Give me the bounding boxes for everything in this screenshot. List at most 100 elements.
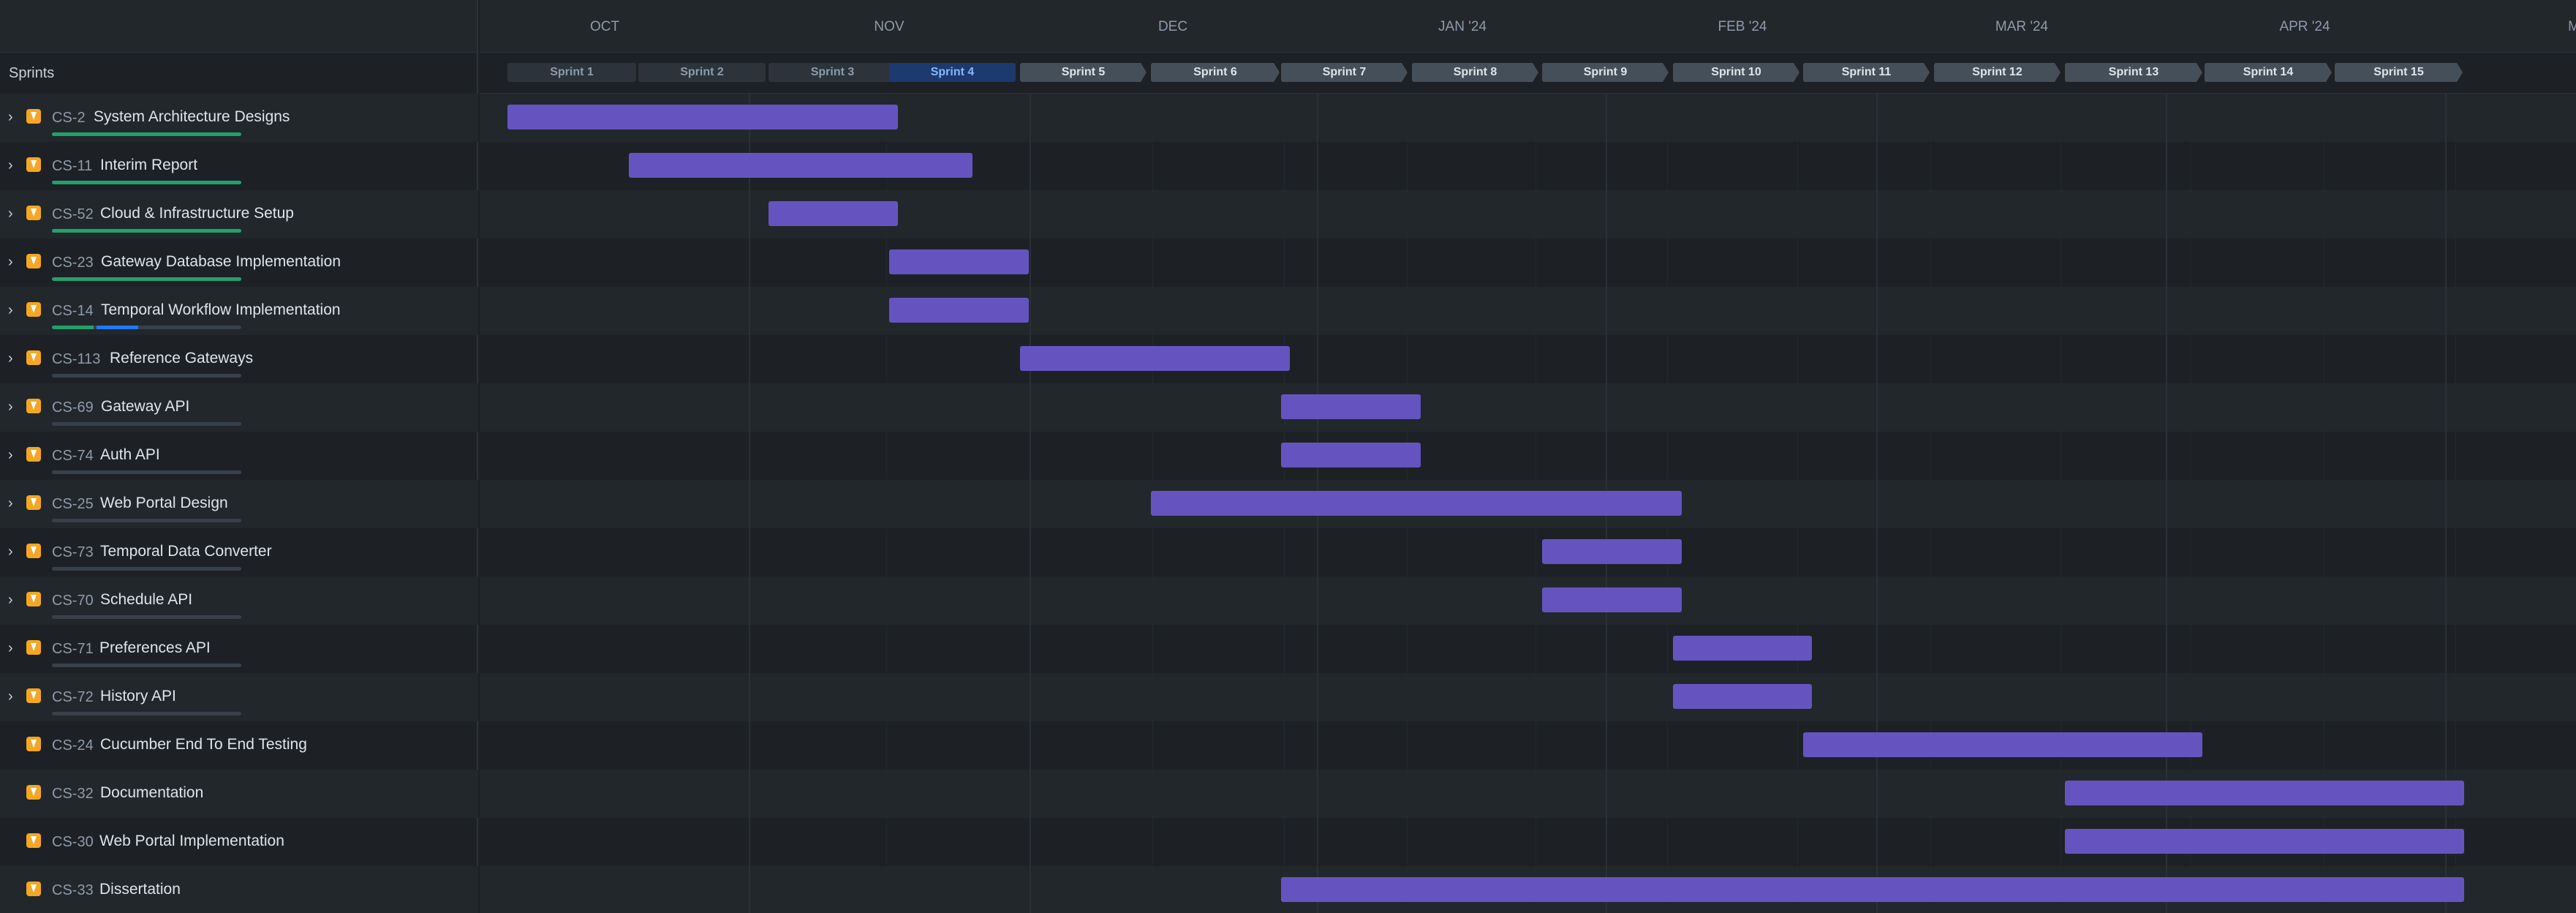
chevron-right-icon[interactable]: ›: [8, 496, 13, 511]
epic-timeline-bar[interactable]: [1803, 732, 2202, 757]
sprint-chip[interactable]: Sprint 4: [889, 63, 1016, 82]
epic-title[interactable]: System Architecture Designs: [94, 108, 290, 126]
epic-timeline-bar[interactable]: [507, 105, 898, 129]
sprint-chip[interactable]: Sprint 15: [2335, 63, 2463, 82]
epic-key[interactable]: CS-30: [52, 834, 94, 851]
epic-title[interactable]: Cucumber End To End Testing: [100, 736, 307, 754]
epic-key[interactable]: CS-70: [52, 593, 94, 609]
epic-timeline-bar[interactable]: [1281, 443, 1421, 467]
epic-key[interactable]: CS-14: [52, 303, 94, 320]
epic-row[interactable]: › CS-69 Gateway API: [0, 383, 478, 432]
epic-timeline-bar[interactable]: [768, 201, 898, 226]
epic-title[interactable]: Temporal Data Converter: [100, 543, 272, 560]
epic-timeline-bar[interactable]: [1281, 877, 2464, 902]
epic-key[interactable]: CS-32: [52, 786, 94, 803]
epic-title[interactable]: Dissertation: [99, 881, 181, 898]
epic-title[interactable]: Documentation: [100, 784, 203, 802]
chevron-right-icon[interactable]: ›: [8, 110, 13, 124]
chevron-right-icon[interactable]: ›: [8, 206, 13, 221]
epic-row[interactable]: CS-32 Documentation: [0, 770, 478, 818]
epic-title[interactable]: Interim Report: [100, 157, 197, 174]
chevron-right-icon[interactable]: ›: [8, 351, 13, 366]
epic-timeline-bar[interactable]: [1542, 587, 1682, 612]
epic-timeline-bar[interactable]: [889, 249, 1029, 274]
chevron-right-icon[interactable]: ›: [8, 448, 13, 462]
epic-timeline-bar[interactable]: [1542, 539, 1682, 564]
epic-key[interactable]: CS-23: [52, 255, 94, 271]
epic-row[interactable]: › CS-14 Temporal Workflow Implementation: [0, 287, 478, 335]
chevron-right-icon[interactable]: ›: [8, 593, 13, 607]
epic-progress-bar: [52, 615, 241, 619]
sprint-chip[interactable]: Sprint 3: [768, 63, 896, 82]
epic-timeline-bar[interactable]: [2065, 829, 2464, 854]
sprint-chip[interactable]: Sprint 1: [507, 63, 636, 82]
sprint-chip[interactable]: Sprint 12: [1934, 63, 2061, 82]
epic-key[interactable]: CS-69: [52, 399, 94, 416]
epic-row[interactable]: › CS-11 Interim Report: [0, 142, 478, 190]
epic-title[interactable]: Schedule API: [100, 591, 192, 609]
sprint-chip[interactable]: Sprint 6: [1151, 63, 1280, 82]
epic-row[interactable]: › CS-73 Temporal Data Converter: [0, 528, 478, 576]
epic-key[interactable]: CS-33: [52, 882, 94, 899]
epic-row[interactable]: › CS-2 System Architecture Designs: [0, 94, 478, 142]
epic-lightning-icon: [26, 882, 41, 896]
epic-timeline-bar[interactable]: [1020, 346, 1290, 371]
epic-key[interactable]: CS-11: [52, 158, 92, 175]
sprint-chip[interactable]: Sprint 9: [1542, 63, 1669, 82]
epic-row[interactable]: › CS-23 Gateway Database Implementation: [0, 238, 478, 287]
epic-title[interactable]: Gateway API: [101, 398, 189, 416]
sprint-chip[interactable]: Sprint 2: [638, 63, 766, 82]
chevron-right-icon[interactable]: ›: [8, 158, 13, 173]
epic-key[interactable]: CS-25: [52, 496, 94, 513]
epic-timeline-bar[interactable]: [2065, 781, 2464, 805]
epic-key[interactable]: CS-52: [52, 206, 94, 223]
epic-key[interactable]: CS-71: [52, 641, 94, 658]
epic-title[interactable]: Web Portal Implementation: [99, 833, 284, 850]
epic-key[interactable]: CS-113: [52, 351, 100, 368]
sprint-chip[interactable]: Sprint 11: [1803, 63, 1930, 82]
sprint-chip[interactable]: Sprint 5: [1020, 63, 1147, 82]
epic-row[interactable]: CS-30 Web Portal Implementation: [0, 818, 478, 866]
epic-row[interactable]: › CS-70 Schedule API: [0, 576, 478, 625]
epic-progress-bar: [52, 519, 241, 522]
epic-row[interactable]: CS-24 Cucumber End To End Testing: [0, 721, 478, 770]
epic-title[interactable]: Preferences API: [99, 639, 211, 657]
epic-timeline-bar[interactable]: [1673, 636, 1812, 661]
epic-timeline-bar[interactable]: [1151, 491, 1682, 516]
sprint-chip[interactable]: Sprint 14: [2205, 63, 2332, 82]
epic-row[interactable]: › CS-71 Preferences API: [0, 625, 478, 673]
epic-timeline-bar[interactable]: [1281, 394, 1421, 419]
epic-title[interactable]: Auth API: [100, 446, 160, 464]
epic-row[interactable]: › CS-74 Auth API: [0, 432, 478, 480]
chevron-right-icon[interactable]: ›: [8, 544, 13, 559]
epic-timeline-bar[interactable]: [889, 298, 1029, 323]
chevron-right-icon[interactable]: ›: [8, 641, 13, 655]
epic-row[interactable]: CS-33 Dissertation: [0, 866, 478, 913]
epic-row[interactable]: › CS-25 Web Portal Design: [0, 480, 478, 528]
epic-title[interactable]: Reference Gateways: [110, 350, 253, 367]
epic-row[interactable]: › CS-52 Cloud & Infrastructure Setup: [0, 190, 478, 238]
epic-title[interactable]: Temporal Workflow Implementation: [101, 301, 341, 319]
chevron-right-icon[interactable]: ›: [8, 399, 13, 414]
epic-key[interactable]: CS-2: [52, 110, 86, 127]
sprint-chip[interactable]: Sprint 10: [1673, 63, 1799, 82]
epic-title[interactable]: Cloud & Infrastructure Setup: [100, 205, 294, 222]
chevron-right-icon[interactable]: ›: [8, 255, 13, 269]
sprint-chip[interactable]: Sprint 7: [1281, 63, 1408, 82]
sprint-chip[interactable]: Sprint 13: [2065, 63, 2202, 82]
epic-row[interactable]: › CS-113 Reference Gateways: [0, 335, 478, 383]
chevron-right-icon[interactable]: ›: [8, 303, 13, 318]
epic-title[interactable]: History API: [100, 688, 176, 705]
epic-title[interactable]: Gateway Database Implementation: [101, 253, 341, 271]
epic-timeline-bar[interactable]: [629, 153, 972, 178]
epic-key[interactable]: CS-72: [52, 689, 94, 706]
epic-key[interactable]: CS-73: [52, 544, 94, 561]
epic-progress-bar: [52, 181, 241, 184]
epic-title[interactable]: Web Portal Design: [100, 495, 228, 512]
chevron-right-icon[interactable]: ›: [8, 689, 13, 704]
sprint-chip[interactable]: Sprint 8: [1412, 63, 1538, 82]
epic-key[interactable]: CS-74: [52, 448, 94, 465]
epic-timeline-bar[interactable]: [1673, 684, 1812, 709]
epic-key[interactable]: CS-24: [52, 737, 94, 754]
epic-row[interactable]: › CS-72 History API: [0, 673, 478, 721]
